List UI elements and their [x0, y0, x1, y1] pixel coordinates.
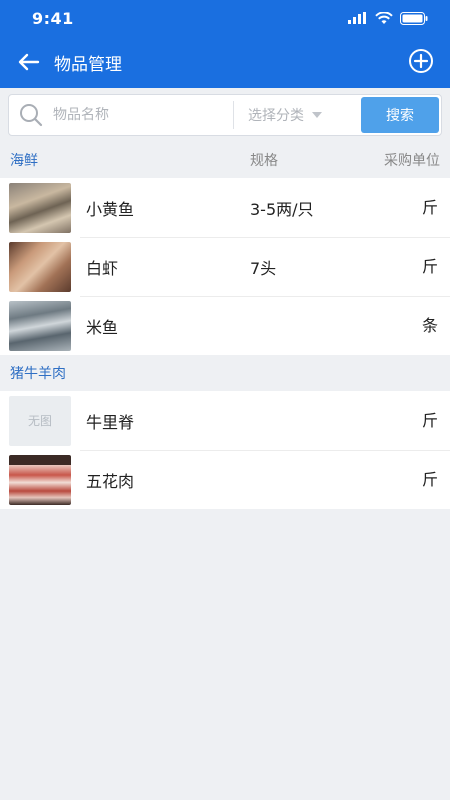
search-bar: 选择分类 搜索	[0, 88, 450, 142]
search-box: 选择分类 搜索	[8, 94, 442, 136]
wifi-icon	[375, 11, 393, 24]
item-unit: 斤	[421, 470, 438, 489]
item-name: 小黄鱼	[86, 199, 135, 219]
item-list-seafood: 小黄鱼 3-5两/只 斤 白虾 7头 斤 米鱼 条	[0, 178, 450, 355]
search-input[interactable]	[53, 95, 223, 135]
item-name: 五花肉	[86, 471, 135, 491]
category-select[interactable]: 选择分类	[234, 95, 332, 135]
caret-down-icon	[312, 112, 322, 118]
item-name: 牛里脊	[86, 412, 135, 432]
list-item[interactable]: 无图 牛里脊 斤	[0, 391, 450, 450]
list-item[interactable]: 米鱼 条	[0, 296, 450, 355]
status-time: 9:41	[32, 8, 74, 28]
status-bar: 9:41	[0, 0, 450, 36]
header: 9:41 物品管理	[0, 0, 450, 88]
column-header-spec: 规格	[250, 153, 278, 169]
section-title: 猪牛羊肉	[10, 366, 66, 382]
item-unit: 斤	[421, 257, 438, 276]
list-item[interactable]: 小黄鱼 3-5两/只 斤	[0, 178, 450, 237]
list-item[interactable]: 五花肉 斤	[0, 450, 450, 509]
status-icons	[348, 11, 428, 25]
page-title: 物品管理	[54, 54, 122, 75]
arrow-left-icon	[18, 53, 40, 71]
add-button[interactable]	[406, 46, 436, 76]
item-name: 米鱼	[86, 317, 119, 337]
signal-icon	[348, 12, 366, 24]
column-header-unit: 采购单位	[384, 153, 440, 169]
image-placeholder: 无图	[9, 395, 71, 446]
item-unit: 斤	[421, 198, 438, 217]
back-button[interactable]	[14, 47, 44, 77]
item-name: 白虾	[86, 258, 119, 278]
item-list-meat: 无图 牛里脊 斤 五花肉 斤	[0, 391, 450, 509]
battery-icon	[400, 11, 428, 25]
section-header-seafood: 海鲜 规格 采购单位	[0, 142, 450, 178]
search-icon	[20, 104, 43, 127]
plus-circle-icon	[409, 49, 433, 73]
item-image	[9, 182, 71, 233]
navbar: 物品管理	[0, 36, 450, 88]
item-unit: 条	[421, 316, 438, 335]
item-image	[9, 300, 71, 351]
item-image	[9, 454, 71, 505]
list-item[interactable]: 白虾 7头 斤	[0, 237, 450, 296]
item-image	[9, 241, 71, 292]
item-spec: 7头	[250, 258, 277, 278]
search-button[interactable]: 搜索	[361, 97, 439, 133]
item-unit: 斤	[421, 411, 438, 430]
search-icon-wrap	[9, 94, 53, 136]
item-spec: 3-5两/只	[250, 199, 314, 219]
section-title: 海鲜	[10, 153, 38, 169]
section-header-meat: 猪牛羊肉	[0, 355, 450, 391]
category-placeholder: 选择分类	[248, 108, 304, 124]
